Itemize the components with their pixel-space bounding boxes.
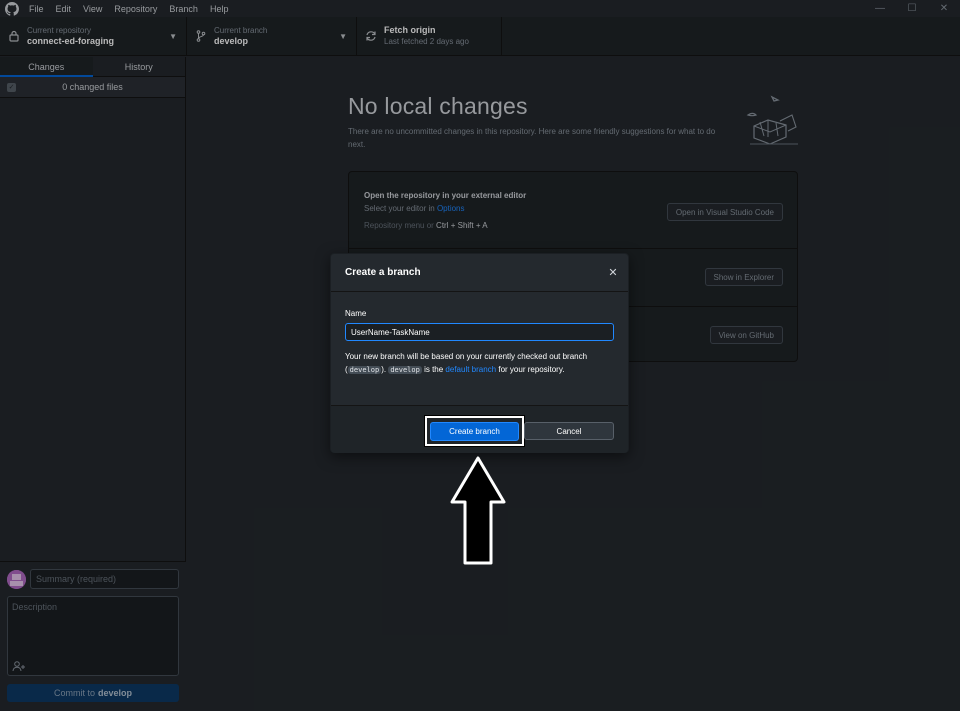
dialog-title: Create a branch xyxy=(345,267,421,278)
branch-note-text: ). xyxy=(381,365,387,374)
branch-note-text: is the xyxy=(424,365,444,374)
branch-note: Your new branch will be based on your cu… xyxy=(345,350,607,377)
dialog-header: Create a branch ✕ xyxy=(331,254,628,292)
default-branch-link[interactable]: default branch xyxy=(445,365,496,374)
create-branch-dialog: Create a branch ✕ Name UserName-TaskName… xyxy=(330,253,629,453)
create-branch-highlight: Create branch xyxy=(424,415,525,447)
dialog-footer: Create branch Cancel xyxy=(331,405,628,453)
create-branch-button[interactable]: Create branch xyxy=(430,421,519,441)
up-arrow-annotation-icon xyxy=(450,456,506,565)
cancel-button[interactable]: Cancel xyxy=(524,422,614,440)
branch-name-input[interactable]: UserName-TaskName xyxy=(345,323,614,341)
branch-code-develop: develop xyxy=(347,366,382,374)
name-label: Name xyxy=(345,309,367,318)
branch-note-text: for your repository. xyxy=(498,365,565,374)
close-icon[interactable]: ✕ xyxy=(607,266,619,279)
branch-code-develop: develop xyxy=(388,366,422,374)
